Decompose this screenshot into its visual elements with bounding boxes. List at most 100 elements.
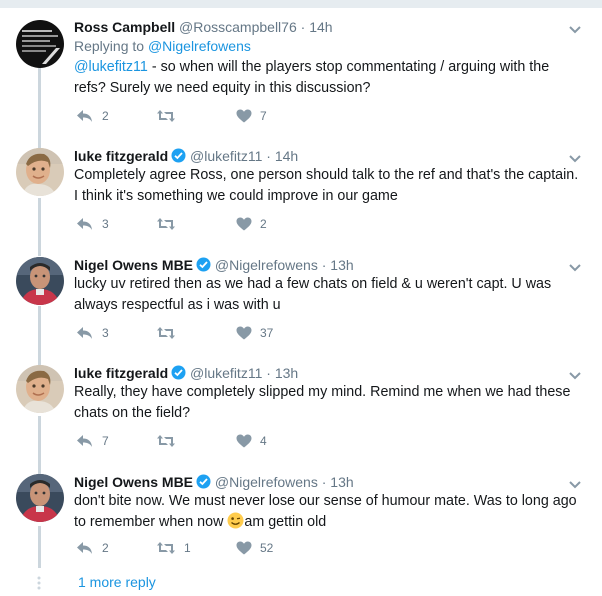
tweet-text: @lukefitz11 - so when will the players s… [74, 57, 584, 99]
timestamp[interactable]: 13h [330, 257, 353, 273]
retweet-button[interactable] [156, 326, 184, 340]
timestamp[interactable]: 14h [275, 148, 298, 164]
top-divider [0, 0, 602, 8]
tweet-actions: 3 37 [76, 326, 376, 344]
retweet-icon [156, 541, 176, 555]
more-replies-link[interactable]: 1 more reply [78, 574, 156, 590]
tweet-header: luke fitzgerald @lukefitz11 · 14h [74, 147, 298, 167]
retweet-icon [156, 217, 176, 231]
reply-button[interactable]: 3 [76, 217, 109, 231]
like-count: 2 [260, 217, 267, 231]
display-name[interactable]: luke fitzgerald [74, 365, 168, 381]
retweet-icon [156, 326, 176, 340]
like-button[interactable]: 52 [236, 541, 273, 555]
reply-icon [76, 217, 94, 231]
tweet[interactable]: Ross Campbell @Rosscampbell76 · 14h Repl… [0, 18, 602, 138]
display-name[interactable]: Ross Campbell [74, 19, 175, 35]
reply-icon [76, 434, 94, 448]
reply-count: 3 [102, 217, 109, 231]
tweet-text-line: don't bite now. We must never lose our s… [74, 493, 577, 509]
thread-dots-icon [36, 576, 42, 596]
heart-icon [236, 109, 252, 123]
username[interactable]: @lukefitz11 [190, 365, 262, 381]
reply-button[interactable]: 3 [76, 326, 109, 340]
tweet-text: Really, they have completely slipped my … [74, 382, 584, 424]
reply-count: 2 [102, 541, 109, 555]
tweet-actions: 3 2 [76, 217, 376, 235]
separator-dot: · [321, 257, 327, 273]
tweet[interactable]: Nigel Owens MBE @Nigelrefowens · 13h luc… [0, 256, 602, 356]
avatar[interactable] [16, 365, 64, 413]
tweet-text-line: refs? Surely we need equity in this disc… [74, 80, 371, 96]
tweet-header: Nigel Owens MBE @Nigelrefowens · 13h [74, 473, 354, 493]
tweet-header: Nigel Owens MBE @Nigelrefowens · 13h [74, 256, 354, 276]
tweet[interactable]: luke fitzgerald @lukefitz11 · 14h Comple… [0, 147, 602, 247]
separator-dot: · [266, 365, 271, 381]
heart-icon [236, 217, 252, 231]
avatar[interactable] [16, 257, 64, 305]
tweet-text-line: am gettin old [244, 514, 327, 530]
tweet[interactable]: luke fitzgerald @lukefitz11 · 13h Really… [0, 364, 602, 464]
timestamp[interactable]: 13h [330, 474, 353, 490]
reply-button[interactable]: 2 [76, 541, 109, 555]
tweet-text: don't bite now. We must never lose our s… [74, 491, 584, 536]
avatar[interactable] [16, 148, 64, 196]
display-name[interactable]: luke fitzgerald [74, 148, 168, 164]
like-button[interactable]: 4 [236, 434, 267, 448]
like-button[interactable]: 37 [236, 326, 273, 340]
reply-count: 7 [102, 434, 109, 448]
timestamp[interactable]: 14h [309, 19, 332, 35]
username[interactable]: @Nigelrefowens [215, 257, 318, 273]
chevron-down-icon[interactable] [568, 22, 582, 40]
tweet-text: Completely agree Ross, one person should… [74, 165, 584, 207]
avatar[interactable] [16, 20, 64, 68]
reply-icon [76, 109, 94, 123]
tweet-text-line: Completely agree Ross, one person should… [74, 167, 579, 183]
reply-button[interactable]: 7 [76, 434, 109, 448]
like-button[interactable]: 2 [236, 217, 267, 231]
mention-link[interactable]: @lukefitz11 [74, 59, 148, 75]
tweet-actions: 2 7 [76, 109, 376, 127]
retweet-icon [156, 434, 176, 448]
retweet-button[interactable]: 1 [156, 541, 191, 555]
heart-icon [236, 326, 252, 340]
replying-to-handle[interactable]: @Nigelrefowens [148, 38, 251, 54]
retweet-button[interactable] [156, 434, 184, 448]
retweet-button[interactable] [156, 217, 184, 231]
like-count: 37 [260, 326, 274, 340]
tweet-text-line: chats on the field? [74, 405, 191, 421]
wink-emoji-icon [227, 512, 244, 536]
retweet-count: 1 [184, 541, 191, 555]
tweet-text-line: always respectful as i was with u [74, 297, 281, 313]
separator-dot: · [321, 474, 327, 490]
tweet-actions: 7 4 [76, 434, 376, 452]
timestamp[interactable]: 13h [275, 365, 298, 381]
like-count: 52 [260, 541, 274, 555]
username[interactable]: @Nigelrefowens [215, 474, 318, 490]
tweet-header: Ross Campbell @Rosscampbell76 · 14h [74, 18, 333, 36]
reply-button[interactable]: 2 [76, 109, 109, 123]
display-name[interactable]: Nigel Owens MBE [74, 474, 193, 490]
avatar[interactable] [16, 474, 64, 522]
tweet[interactable]: Nigel Owens MBE @Nigelrefowens · 13h don… [0, 473, 602, 573]
replying-to-label: Replying to [74, 38, 145, 54]
replying-to: Replying to @Nigelrefowens [74, 37, 251, 55]
heart-icon [236, 541, 252, 555]
tweet-actions: 2 1 52 [76, 541, 376, 559]
reply-icon [76, 326, 94, 340]
retweet-button[interactable] [156, 109, 184, 123]
username[interactable]: @lukefitz11 [190, 148, 262, 164]
like-button[interactable]: 7 [236, 109, 267, 123]
display-name[interactable]: Nigel Owens MBE [74, 257, 193, 273]
tweet-text-line: - so when will the players stop commenta… [147, 59, 550, 75]
username[interactable]: @Rosscampbell76 [179, 19, 297, 35]
reply-icon [76, 541, 94, 555]
separator-dot: · [266, 148, 271, 164]
tweet-text-line: I think it's something we could improve … [74, 188, 398, 204]
like-count: 4 [260, 434, 267, 448]
tweet-text-line: Really, they have completely slipped my … [74, 384, 571, 400]
retweet-icon [156, 109, 176, 123]
like-count: 7 [260, 109, 267, 123]
reply-count: 3 [102, 326, 109, 340]
tweet-text: lucky uv retired then as we had a few ch… [74, 274, 584, 316]
